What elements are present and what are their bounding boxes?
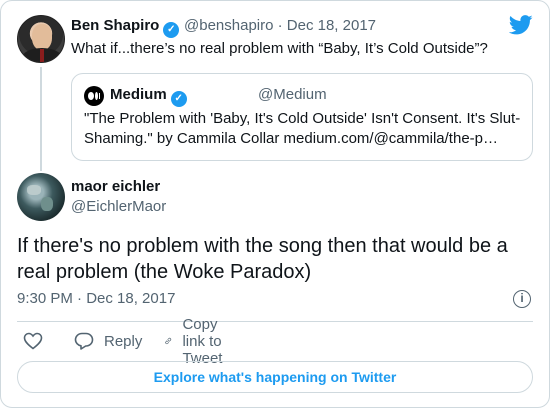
main-tweet-text: If there's no problem with the song then… [17, 235, 508, 283]
avatar-tie [40, 49, 44, 62]
copy-link-button[interactable]: Copy link to Tweet [164, 316, 234, 367]
avatar-texture [27, 185, 41, 195]
quoted-tweet[interactable]: Medium ✓ @Medium "The Problem with 'Baby,… [71, 73, 533, 161]
reply-label: Reply [104, 332, 143, 350]
twitter-bird-icon[interactable] [509, 15, 533, 35]
link-icon [165, 337, 172, 345]
thread-connector-line [40, 67, 42, 171]
explore-twitter-button[interactable]: Explore what's happening on Twitter [17, 361, 533, 393]
reply-bubble-icon [74, 332, 94, 350]
divider [17, 321, 533, 322]
info-icon[interactable]: i [513, 290, 531, 308]
copy-link-label: Copy link to Tweet [182, 315, 223, 367]
quoted-author-handle: @Medium [258, 86, 327, 103]
reply-button[interactable]: Reply [74, 328, 142, 354]
main-author-name[interactable]: maor eichler [71, 177, 160, 197]
quoted-text-line-1: "The Problem with 'Baby, It's Cold Outsi… [84, 110, 521, 127]
avatar-texture [41, 197, 53, 211]
quoted-tweet-text: "The Problem with 'Baby, It's Cold Outsi… [84, 109, 524, 149]
verified-badge-icon: ✓ [163, 22, 180, 38]
embedded-tweet-card: Ben Shapiro ✓ @benshapiro · Dec 18, 2017 … [0, 0, 550, 408]
parent-author-name-text: Ben Shapiro [71, 17, 160, 34]
main-author-handle[interactable]: @EichlerMaor [71, 197, 166, 217]
ben-shapiro-avatar[interactable] [17, 15, 65, 63]
maor-eichler-avatar[interactable] [17, 173, 65, 221]
tweet-timestamp[interactable]: 9:30 PM · Dec 18, 2017 [17, 289, 175, 309]
quoted-text-line-2: Shaming." by Cammila Collar medium.com/@… [84, 130, 499, 147]
parent-author-name[interactable]: Ben Shapiro ✓ [71, 16, 180, 38]
heart-icon [23, 332, 43, 350]
quoted-author-name-text: Medium [110, 86, 167, 103]
like-button[interactable] [23, 328, 43, 354]
parent-handle-date[interactable]: @benshapiro · Dec 18, 2017 [184, 16, 376, 36]
quoted-author-name: Medium ✓ [110, 85, 187, 107]
avatar-face [32, 24, 52, 50]
parent-tweet-text: What if...there’s no real problem with “… [71, 40, 488, 57]
verified-badge-icon: ✓ [170, 91, 187, 107]
medium-logo-icon [84, 86, 104, 106]
